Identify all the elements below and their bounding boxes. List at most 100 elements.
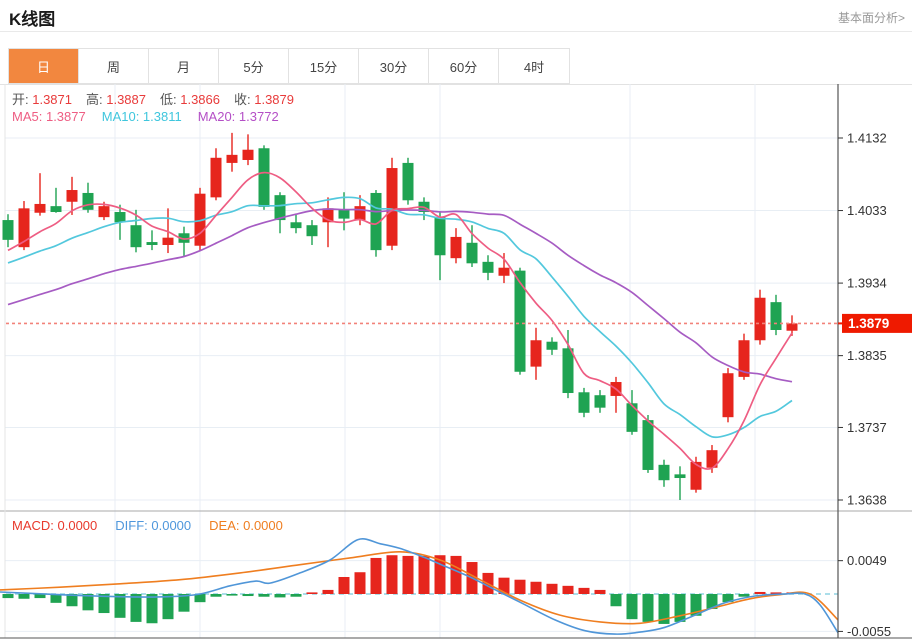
macd-histogram-bar	[579, 588, 590, 594]
ma-legend: MA5: 1.3877 MA10: 1.3811 MA20: 1.3772	[12, 109, 295, 124]
candle-body	[499, 268, 510, 276]
tab-timeframe-6[interactable]: 60分	[429, 49, 499, 83]
candle-body	[83, 193, 94, 210]
candle-body	[115, 212, 126, 222]
macd-histogram-bar	[627, 594, 638, 619]
candle-body	[755, 298, 766, 341]
macd-histogram-bar	[419, 556, 430, 594]
tab-timeframe-7[interactable]: 4时	[499, 49, 569, 83]
candle-body	[387, 168, 398, 246]
macd-histogram-bar	[163, 594, 174, 619]
candle-body	[163, 238, 174, 245]
current-price-badge-label: 1.3879	[848, 316, 889, 331]
candle-body	[547, 342, 558, 350]
macd-histogram-bar	[371, 558, 382, 594]
candle-body	[403, 163, 414, 200]
macd-histogram-bar	[323, 590, 334, 594]
macd-histogram-bar	[291, 594, 302, 597]
tab-timeframe-2[interactable]: 月	[149, 49, 219, 83]
page-title: K线图	[9, 5, 55, 30]
ma5-line	[8, 173, 792, 470]
tab-timeframe-0[interactable]: 日	[9, 49, 79, 83]
candle-body	[3, 220, 14, 240]
candle-body	[291, 222, 302, 228]
dea: DEA: 0.0000	[209, 518, 283, 533]
macd-histogram-bar	[739, 594, 750, 597]
candle-body	[675, 474, 686, 478]
macd-histogram-bar	[675, 594, 686, 622]
fundamental-analysis-link[interactable]: 基本面分析>	[838, 9, 905, 26]
macd: MACD: 0.0000	[12, 518, 97, 533]
candle-body	[51, 206, 62, 212]
candle-body	[515, 271, 526, 372]
axis-tick-label: -0.0055	[847, 624, 891, 639]
tab-timeframe-5[interactable]: 30分	[359, 49, 429, 83]
macd-histogram-bar	[259, 594, 270, 597]
macd-histogram-bar	[755, 592, 766, 594]
candle-body	[147, 242, 158, 245]
legend-item-2: 低: 1.3866	[160, 92, 220, 107]
ma20: MA20: 1.3772	[198, 109, 279, 124]
macd-histogram-bar	[643, 594, 654, 622]
candle-body	[595, 395, 606, 407]
candle-body	[227, 155, 238, 163]
kline-chart[interactable]: 1.41321.40331.39341.38351.37371.36380.00…	[0, 84, 912, 640]
candle-body	[563, 348, 574, 393]
candle-body	[131, 225, 142, 247]
axis-tick-label: 0.0049	[847, 553, 887, 568]
macd-histogram-bar	[3, 594, 14, 598]
candle-body	[723, 373, 734, 417]
legend-item-1: 高: 1.3887	[86, 92, 146, 107]
legend-item-0: 开: 1.3871	[12, 92, 72, 107]
tab-timeframe-3[interactable]: 5分	[219, 49, 289, 83]
ohlc-legend: 开: 1.3871 高: 1.3887 低: 1.3866 收: 1.3879	[12, 89, 308, 108]
candle-body	[483, 262, 494, 273]
macd-histogram-bar	[243, 594, 254, 596]
macd-histogram-bar	[211, 594, 222, 597]
macd-histogram-bar	[531, 582, 542, 594]
ma5: MA5: 1.3877	[12, 109, 86, 124]
axis-tick-label: 1.4033	[847, 203, 887, 218]
axis-tick-label: 1.3737	[847, 420, 887, 435]
axis-tick-label: 1.4132	[847, 131, 887, 146]
macd-histogram-bar	[307, 592, 318, 594]
legend-item-3: 收: 1.3879	[234, 92, 294, 107]
candle-body	[35, 204, 46, 213]
macd-histogram-bar	[451, 556, 462, 594]
candle-body	[627, 403, 638, 432]
candle-body	[307, 225, 318, 236]
candle-body	[643, 420, 654, 470]
ma10: MA10: 1.3811	[102, 109, 182, 124]
ma10-line	[8, 197, 792, 437]
tab-timeframe-4[interactable]: 15分	[289, 49, 359, 83]
macd-histogram-bar	[147, 594, 158, 623]
candle-body	[211, 158, 222, 198]
candle-body	[579, 392, 590, 413]
candle-body	[99, 206, 110, 217]
candle-body	[787, 323, 798, 330]
macd-histogram-bar	[355, 572, 366, 594]
macd-legend: MACD: 0.0000 DIFF: 0.0000 DEA: 0.0000	[12, 518, 301, 533]
candle-body	[659, 465, 670, 480]
candle-body	[259, 148, 270, 207]
macd-histogram-bar	[19, 594, 30, 599]
candle-body	[531, 340, 542, 366]
axis-tick-label: 1.3835	[847, 348, 887, 363]
macd-histogram-bar	[227, 594, 238, 596]
axis-tick-label: 1.3638	[847, 493, 887, 508]
diff: DIFF: 0.0000	[115, 518, 191, 533]
tab-timeframe-1[interactable]: 周	[79, 49, 149, 83]
macd-histogram-bar	[275, 594, 286, 597]
candle-body	[243, 150, 254, 160]
macd-histogram-bar	[563, 586, 574, 594]
macd-histogram-bar	[387, 555, 398, 594]
macd-histogram-bar	[547, 584, 558, 594]
header: K线图 基本面分析>	[0, 0, 912, 32]
macd-histogram-bar	[339, 577, 350, 594]
candle-body	[771, 302, 782, 330]
macd-histogram-bar	[595, 590, 606, 594]
candle-body	[355, 206, 366, 220]
candle-body	[467, 243, 478, 264]
kline-chart-canvas[interactable]: 1.41321.40331.39341.38351.37371.36380.00…	[0, 84, 912, 640]
macd-histogram-bar	[403, 556, 414, 594]
